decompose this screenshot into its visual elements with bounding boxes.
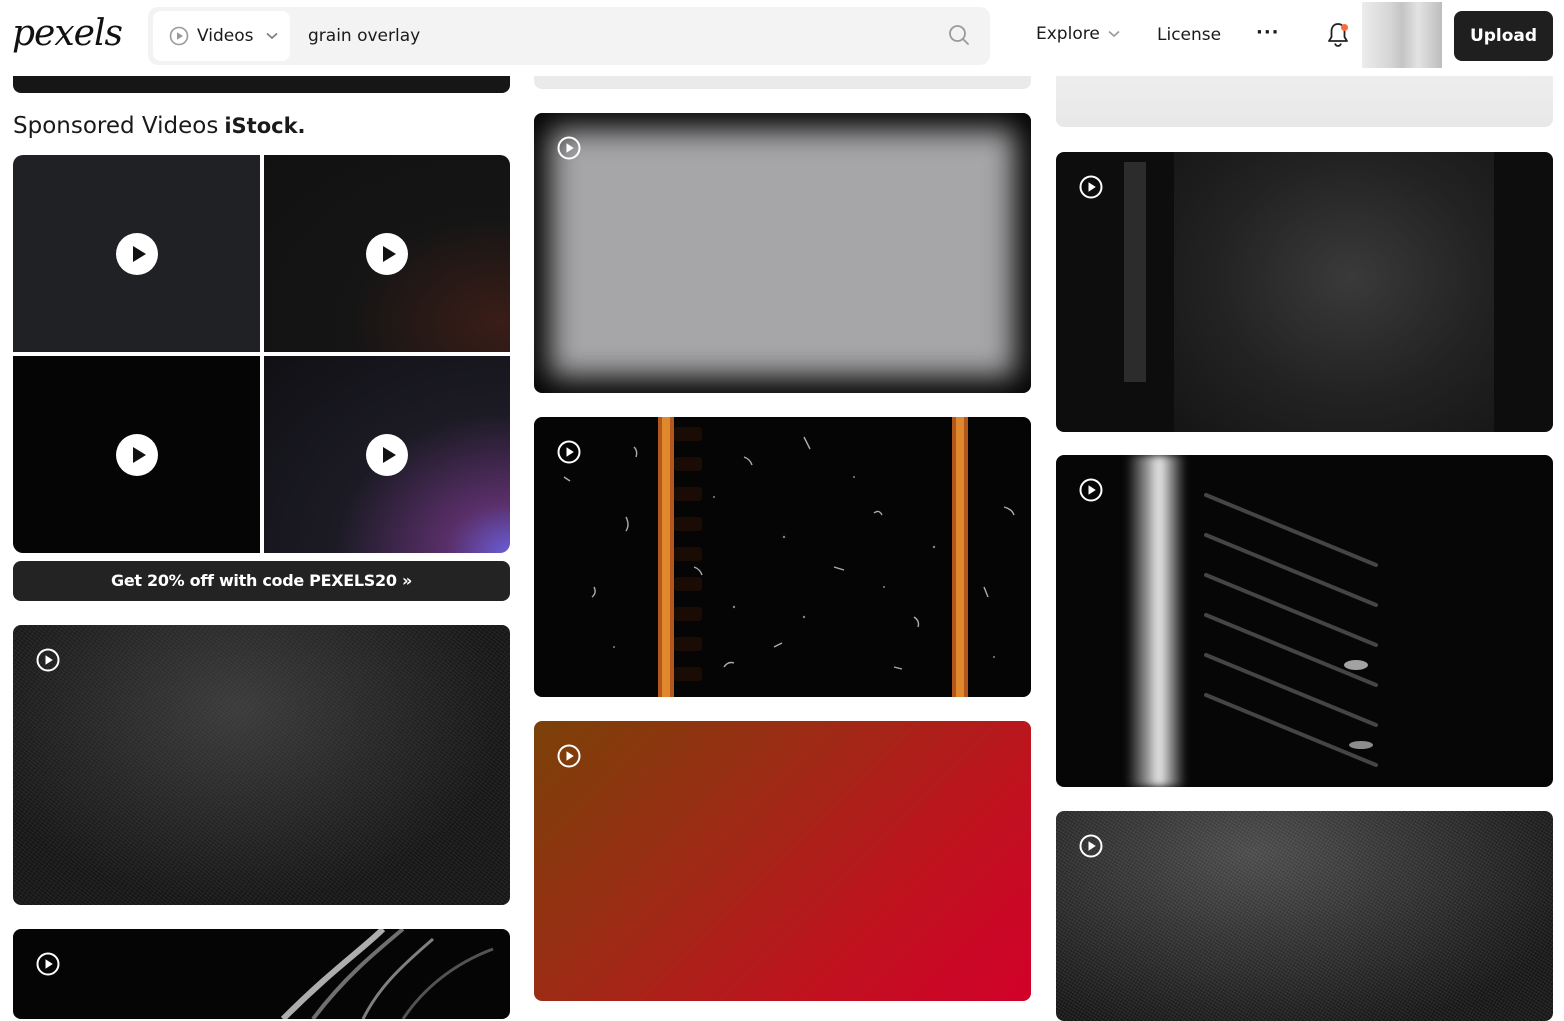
sponsored-video[interactable]: [264, 155, 510, 352]
film-frame-edge: [1124, 162, 1146, 382]
pexels-logo[interactable]: pexels: [12, 14, 122, 54]
play-circle-icon: [1078, 174, 1104, 200]
play-circle-icon: [1078, 833, 1104, 859]
istock-logo[interactable]: iStock.: [224, 114, 305, 138]
play-circle-icon: [556, 439, 582, 465]
video-tile[interactable]: [534, 721, 1031, 1001]
light-streaks: [1056, 455, 1553, 787]
top-navigation-bar: pexels Videos Explore License ··· U: [0, 0, 1564, 76]
sponsored-title: Sponsored Videos: [13, 113, 218, 139]
upload-button[interactable]: Upload: [1454, 11, 1553, 61]
search-icon[interactable]: [948, 24, 970, 46]
play-icon: [366, 434, 408, 476]
video-tile[interactable]: [13, 929, 510, 1019]
media-type-label: Videos: [197, 26, 254, 46]
play-icon: [116, 434, 158, 476]
play-circle-icon: [35, 647, 61, 673]
search-bar: Videos: [148, 7, 990, 65]
promo-code-button[interactable]: Get 20% off with code PEXELS20 »: [13, 561, 510, 601]
explore-label: Explore: [1036, 24, 1100, 44]
sponsored-video[interactable]: [13, 356, 260, 553]
film-scratch-texture: [534, 417, 1031, 697]
notification-dot: [1341, 24, 1348, 31]
play-icon: [116, 233, 158, 275]
sponsored-heading: Sponsored Videos iStock.: [13, 113, 306, 139]
video-tile[interactable]: [1056, 152, 1553, 432]
play-circle-icon: [556, 743, 582, 769]
play-icon: [366, 233, 408, 275]
play-circle-icon: [1078, 477, 1104, 503]
chevron-down-icon: [1108, 30, 1120, 38]
explore-menu[interactable]: Explore: [1036, 24, 1120, 44]
video-tile[interactable]: [1056, 455, 1553, 787]
video-tile[interactable]: [534, 417, 1031, 697]
play-circle-icon: [169, 26, 189, 46]
play-circle-icon: [35, 951, 61, 977]
light-streaks: [13, 929, 510, 1019]
sponsored-video-grid: [13, 155, 510, 553]
media-type-select[interactable]: Videos: [153, 11, 290, 61]
play-circle-icon: [556, 135, 582, 161]
sponsored-video[interactable]: [264, 356, 510, 553]
sponsored-video[interactable]: [13, 155, 260, 352]
video-tile[interactable]: [13, 625, 510, 905]
more-menu-button[interactable]: ···: [1256, 22, 1280, 43]
user-avatar[interactable]: [1362, 2, 1442, 68]
search-input[interactable]: [308, 21, 928, 51]
chevron-down-icon: [266, 32, 278, 40]
video-tile[interactable]: [534, 113, 1031, 393]
license-link[interactable]: License: [1157, 25, 1221, 45]
video-tile[interactable]: [1056, 811, 1553, 1021]
scratched-film-patch: [1174, 152, 1494, 432]
